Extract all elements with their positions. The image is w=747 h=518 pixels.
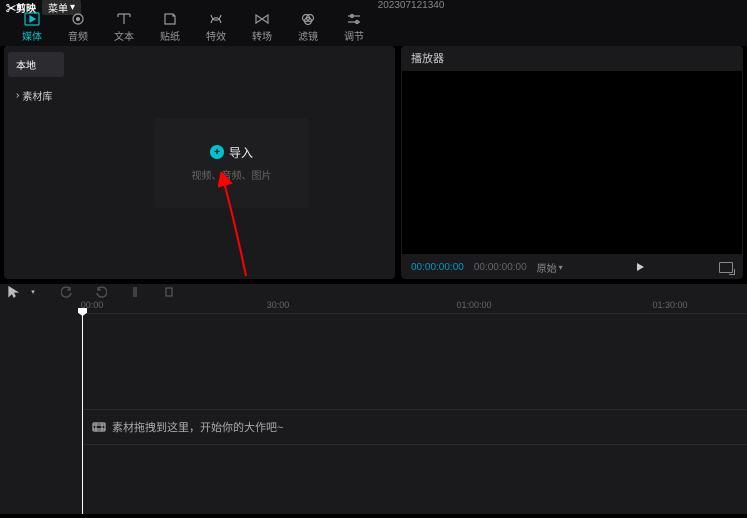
playhead[interactable] — [82, 314, 83, 514]
player-ratio[interactable]: 原始 ▾ — [537, 260, 563, 275]
redo-button[interactable] — [94, 285, 108, 299]
select-tool[interactable] — [6, 285, 20, 299]
import-title: 导入 — [229, 144, 253, 161]
project-title: 202307121340 — [378, 0, 445, 11]
filter-icon — [300, 11, 316, 26]
player-time-total: 00:00:00:00 — [474, 262, 527, 273]
tab-media[interactable]: 媒体 — [10, 8, 54, 46]
timeline-panel: ▾ 00:00 30:00 01:00:00 01:30:00 素材拖拽到这里，… — [0, 283, 747, 514]
tool-dropdown[interactable]: ▾ — [26, 285, 40, 299]
tab-transition[interactable]: 转场 — [240, 8, 284, 46]
aspect-button[interactable] — [719, 262, 733, 273]
media-panel: 本地 ›素材库 + 导入 视频、音频、图片 — [4, 46, 395, 279]
tab-sticker[interactable]: 贴纸 — [148, 8, 192, 46]
import-dropzone[interactable]: + 导入 视频、音频、图片 — [154, 118, 309, 208]
undo-button[interactable] — [60, 285, 74, 299]
sticker-icon — [162, 11, 178, 26]
audio-icon — [70, 11, 86, 26]
transition-icon — [254, 11, 270, 26]
tab-adjust[interactable]: 调节 — [332, 8, 376, 46]
adjust-icon — [346, 11, 362, 26]
plus-icon: + — [210, 145, 224, 159]
tab-filter[interactable]: 滤镜 — [286, 8, 330, 46]
media-icon — [24, 11, 40, 26]
timeline-track-area[interactable] — [82, 314, 747, 394]
player-time-current: 00:00:00:00 — [411, 262, 464, 273]
player-panel: 播放器 00:00:00:00 00:00:00:00 原始 ▾ — [401, 46, 743, 279]
chevron-right-icon: › — [16, 90, 19, 101]
text-icon — [116, 11, 132, 26]
split-button[interactable] — [128, 285, 142, 299]
track-hint: 素材拖拽到这里，开始你的大作吧~ — [112, 419, 283, 435]
timeline-ruler[interactable]: 00:00 30:00 01:00:00 01:30:00 — [82, 300, 747, 314]
video-track-icon — [82, 421, 112, 433]
player-viewport[interactable] — [402, 71, 742, 254]
sidebar-item-library[interactable]: ›素材库 — [8, 83, 64, 108]
tab-audio[interactable]: 音频 — [56, 8, 100, 46]
delete-button[interactable] — [162, 285, 176, 299]
tab-text[interactable]: 文本 — [102, 8, 146, 46]
player-title: 播放器 — [401, 46, 743, 70]
effect-icon — [208, 11, 224, 26]
import-subtitle: 视频、音频、图片 — [192, 167, 272, 182]
sidebar-item-local[interactable]: 本地 — [8, 52, 64, 77]
tab-effect[interactable]: 特效 — [194, 8, 238, 46]
play-button[interactable] — [637, 263, 644, 271]
main-track[interactable]: 素材拖拽到这里，开始你的大作吧~ — [82, 409, 747, 445]
